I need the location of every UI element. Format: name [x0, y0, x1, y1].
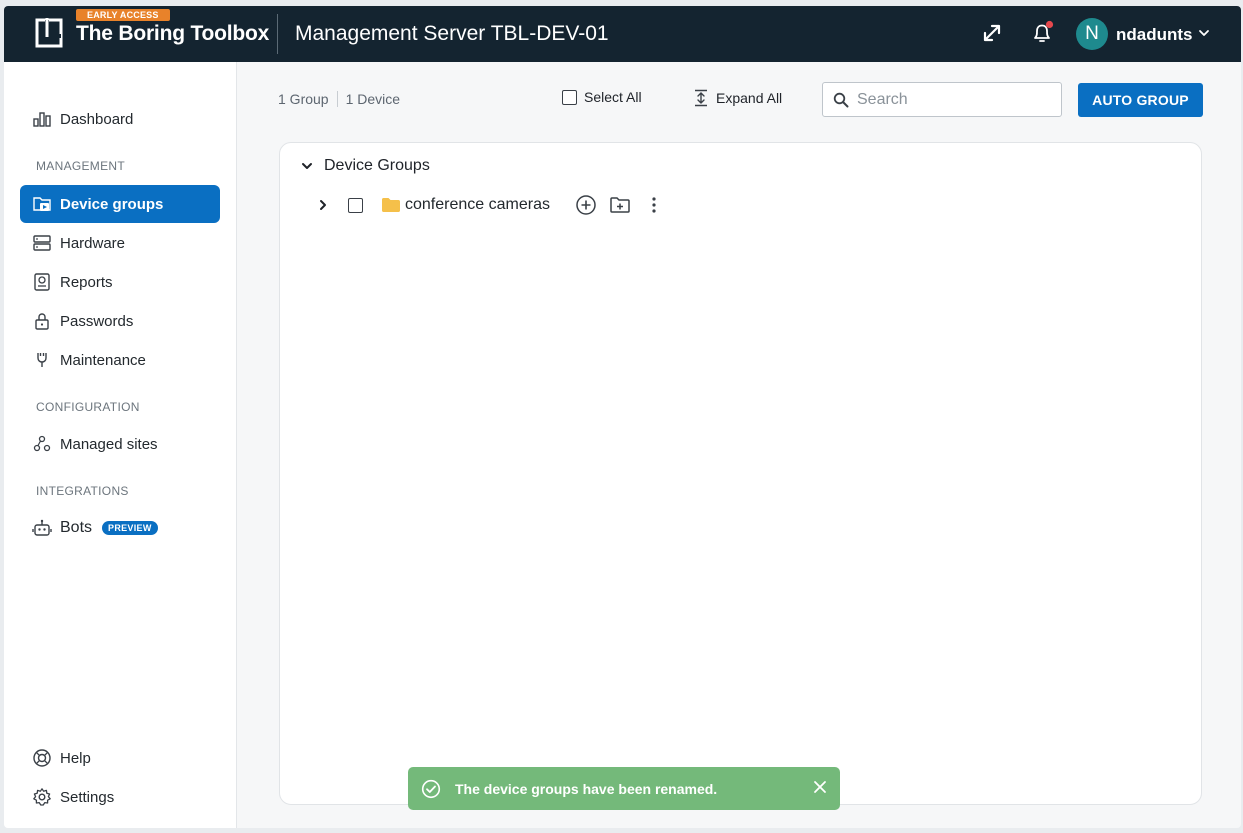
early-access-badge: EARLY ACCESS: [76, 9, 170, 21]
bell-icon[interactable]: [1029, 20, 1055, 46]
sidebar-item-maintenance[interactable]: Maintenance: [20, 341, 220, 379]
chevron-down-icon[interactable]: [1197, 26, 1211, 40]
sidebar-item-label: Bots: [60, 519, 93, 536]
device-count: 1 Device: [345, 91, 401, 107]
counts-divider: [336, 91, 338, 107]
sidebar-item-bots[interactable]: Bots PREVIEW: [20, 509, 220, 547]
expand-all-button[interactable]: Expand All: [693, 89, 782, 107]
counts-summary: 1 Group 1 Device: [278, 91, 400, 107]
select-all-label: Select All: [584, 89, 642, 105]
group-checkbox[interactable]: [348, 197, 363, 213]
expand-arrows-icon[interactable]: [979, 20, 1005, 46]
select-all-checkbox[interactable]: [562, 89, 577, 105]
search-icon: [833, 92, 849, 107]
tree-row: conference cameras: [316, 193, 676, 217]
device-groups-panel: Device Groups conference cameras: [279, 142, 1202, 805]
sidebar-item-reports[interactable]: Reports: [20, 263, 220, 301]
preview-badge: PREVIEW: [102, 521, 158, 535]
username[interactable]: ndadunts: [1116, 25, 1193, 45]
group-count: 1 Group: [278, 91, 329, 107]
gear-icon: [32, 787, 52, 807]
add-circle-icon[interactable]: [574, 193, 598, 217]
check-circle-icon: [421, 779, 441, 798]
toast-message: The device groups have been renamed.: [455, 780, 718, 797]
brand-name[interactable]: The Boring Toolbox: [76, 22, 269, 46]
chevron-down-icon[interactable]: [300, 159, 314, 173]
tree-root-row[interactable]: Device Groups: [300, 157, 430, 175]
brand-logo-icon: [35, 18, 63, 48]
sidebar-item-label: Passwords: [60, 312, 134, 330]
notification-dot: [1045, 20, 1054, 29]
section-label-integrations: INTEGRATIONS: [36, 484, 129, 498]
tree-root-label: Device Groups: [324, 157, 430, 174]
server-icon: [32, 233, 52, 253]
sidebar-item-help[interactable]: Help: [20, 739, 220, 777]
sidebar-item-settings[interactable]: Settings: [20, 778, 220, 816]
success-toast: The device groups have been renamed.: [408, 767, 840, 810]
folder-icon: [382, 198, 400, 212]
device-folder-icon: [32, 194, 52, 214]
chevron-right-icon[interactable]: [316, 198, 330, 212]
select-all-button[interactable]: Select All: [562, 89, 642, 105]
sidebar-item-label: Settings: [60, 788, 115, 806]
report-icon: [32, 272, 52, 292]
close-icon[interactable]: [812, 779, 828, 795]
sidebar-item-label: Dashboard: [60, 110, 134, 128]
section-label-configuration: CONFIGURATION: [36, 400, 140, 414]
sites-icon: [32, 434, 52, 454]
more-vertical-icon[interactable]: [642, 193, 666, 217]
auto-group-button[interactable]: AUTO GROUP: [1078, 83, 1203, 117]
server-title: Management Server TBL-DEV-01: [295, 22, 609, 45]
expand-all-label: Expand All: [716, 90, 783, 106]
add-folder-icon[interactable]: [608, 193, 632, 217]
sidebar-item-dashboard[interactable]: Dashboard: [20, 100, 220, 138]
sidebar-item-device-groups[interactable]: Device groups: [20, 185, 220, 223]
sidebar-item-label: Maintenance: [60, 351, 146, 369]
plug-icon: [32, 350, 52, 370]
lifebuoy-icon: [32, 748, 52, 768]
top-bar: EARLY ACCESS The Boring Toolbox Manageme…: [4, 6, 1241, 62]
search-field[interactable]: [822, 82, 1062, 117]
sidebar: Dashboard MANAGEMENT Device groups Hardw…: [4, 62, 237, 828]
search-input[interactable]: [857, 90, 1047, 109]
header-divider: [277, 14, 278, 54]
sidebar-item-label: Help: [60, 749, 91, 767]
sidebar-item-label: Reports: [60, 273, 113, 291]
group-name[interactable]: conference cameras: [405, 196, 550, 214]
sidebar-item-managed-sites[interactable]: Managed sites: [20, 425, 220, 463]
app-window: EARLY ACCESS The Boring Toolbox Manageme…: [4, 6, 1241, 828]
robot-icon: [32, 518, 52, 538]
sidebar-item-label: Hardware: [60, 234, 126, 252]
lock-icon: [32, 311, 52, 331]
sidebar-item-hardware[interactable]: Hardware: [20, 224, 220, 262]
sidebar-item-label: Device groups: [60, 195, 164, 213]
avatar[interactable]: N: [1076, 18, 1108, 50]
section-label-management: MANAGEMENT: [36, 159, 126, 173]
bar-chart-icon: [32, 109, 52, 129]
sidebar-item-label: Managed sites: [60, 435, 158, 453]
sidebar-item-passwords[interactable]: Passwords: [20, 302, 220, 340]
expand-vertical-icon: [695, 89, 707, 107]
